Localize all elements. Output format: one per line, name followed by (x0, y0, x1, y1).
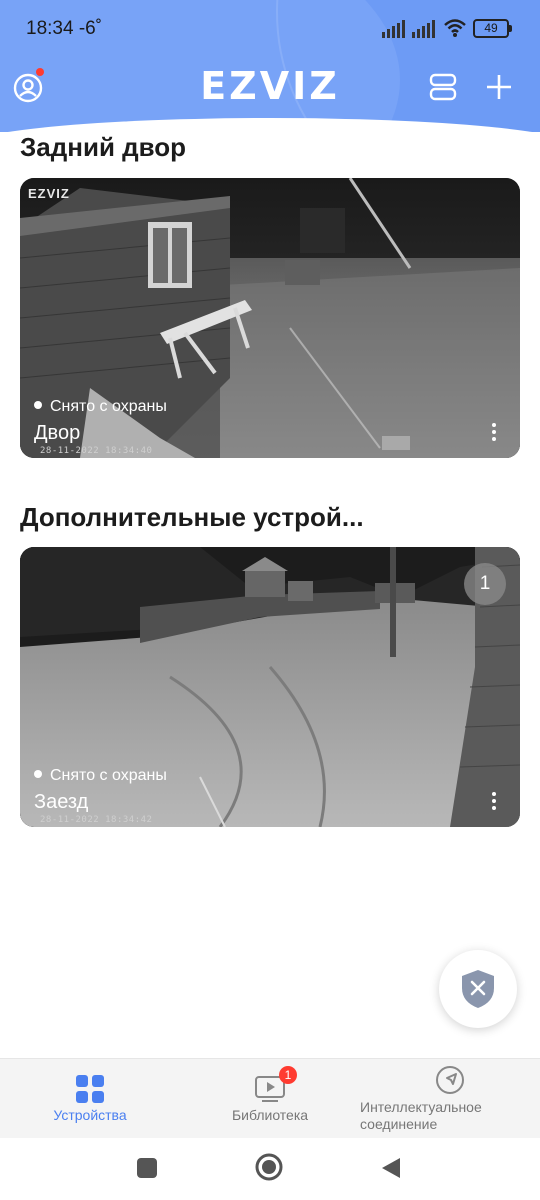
more-options-icon[interactable] (488, 420, 500, 446)
camera-name: Заезд (34, 791, 89, 813)
grid-icon (76, 1075, 104, 1103)
camera-status: Снято с охраны (34, 398, 167, 416)
tab-library[interactable]: Библиотека (210, 1059, 330, 1139)
status-dot (34, 769, 42, 778)
bottom-tab-bar: Устройства Библиотека Интеллектуальное с… (0, 1058, 540, 1139)
camera-card-dvor[interactable]: EZVIZ Снято с охраны Двор 28-11-2022 18:… (20, 178, 520, 458)
camera-preview (20, 547, 520, 827)
camera-status: Снято с охраны (34, 767, 167, 785)
layout-icon[interactable] (428, 72, 458, 102)
back-icon[interactable] (380, 1156, 402, 1180)
signal-icon-2 (412, 20, 435, 38)
tab-smart-link[interactable]: Интеллектуальное соединение (355, 1059, 540, 1139)
notification-dot (36, 68, 44, 76)
system-nav-bar (0, 1138, 540, 1200)
profile-icon[interactable] (12, 72, 44, 104)
navigation-icon (436, 1066, 464, 1094)
ezviz-logo: EZVIZ (200, 64, 340, 108)
section-title: Задний двор (20, 132, 187, 162)
library-badge: 1 (279, 1066, 297, 1084)
tab-label: Устройства (53, 1107, 127, 1123)
camera-timestamp: 28-11-2022 18:34:42 (40, 815, 153, 825)
add-icon[interactable] (484, 72, 514, 102)
tab-devices[interactable]: Устройства (30, 1059, 150, 1139)
camera-timestamp: 28-11-2022 18:34:40 (40, 446, 153, 456)
recents-icon[interactable] (136, 1157, 158, 1179)
camera-name: Двор (34, 422, 81, 444)
status-bar: 18:34 -6˚ 49 (0, 0, 540, 56)
home-icon[interactable] (255, 1153, 283, 1181)
camera-preview (20, 178, 520, 458)
tab-label: Интеллектуальное соединение (360, 1099, 482, 1132)
battery-icon: 49 (473, 19, 512, 38)
more-options-icon[interactable] (488, 789, 500, 815)
security-disarm-button[interactable] (439, 950, 517, 1028)
status-time: 18:34 -6˚ (26, 18, 103, 39)
shield-icon (462, 970, 494, 1008)
event-count-badge: 1 (464, 563, 506, 605)
wifi-icon (444, 19, 466, 37)
camera-card-zaezd[interactable]: 1 Снято с охраны Заезд 28-11-2022 18:34:… (20, 547, 520, 827)
camera-watermark: EZVIZ (28, 186, 70, 201)
section-title: Дополнительные устрой... (20, 502, 364, 532)
tab-label: Библиотека (231, 1107, 309, 1123)
status-dot (34, 400, 42, 409)
signal-icon (382, 20, 405, 38)
